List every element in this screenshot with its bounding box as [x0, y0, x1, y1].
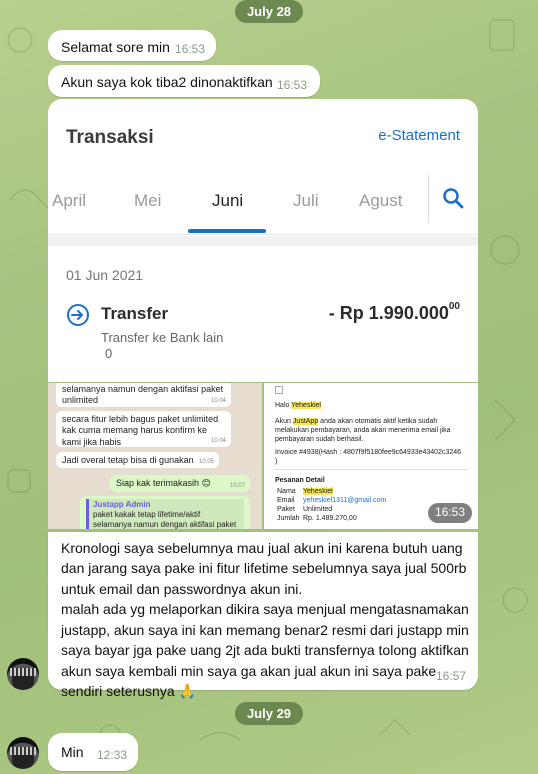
divider — [428, 175, 429, 223]
transaction-note: 0 — [105, 346, 113, 361]
avatar[interactable] — [7, 658, 39, 690]
message-time: 16:53 — [175, 42, 206, 56]
message-bubble[interactable]: Kronologi saya sebelumnya mau jual akun … — [48, 532, 478, 699]
image-chat-message: selamanya namun dengan aktifasi paket un… — [56, 383, 231, 407]
invoice-greeting: Halo Yeheskiel — [275, 402, 321, 409]
image-chat-message: secara fitur lebih bagus paket unlimited… — [56, 411, 231, 447]
message-time: 12:33 — [97, 748, 128, 762]
message-text: Akun saya kok tiba2 dinonaktifkan — [61, 74, 273, 90]
date-separator: July 28 — [234, 0, 304, 23]
message-text: Min — [61, 744, 84, 760]
message-text: Selamat sore min — [61, 39, 170, 55]
chat-screenshot-image[interactable]: selamanya namun dengan aktifasi paket un… — [48, 383, 262, 529]
image-chat-reply: Justapp Admin paket kakak tetap lifetime… — [80, 496, 250, 529]
search-icon — [443, 188, 464, 209]
transaction-date: 01 Jun 2021 — [66, 267, 144, 283]
tab-juli: Juli — [293, 191, 319, 210]
tab-april: April — [52, 191, 87, 210]
divider — [274, 469, 468, 470]
invoice-body: Akun JustApp anda akan otomatis aktif ke… — [275, 418, 451, 444]
message-bubble[interactable]: Selamat sore min 16:53 — [48, 30, 216, 61]
divider — [48, 236, 478, 246]
tab-agustus: Agust — [359, 191, 403, 210]
invoice-section-title: Pesanan Detail — [275, 477, 325, 484]
message-time: 16:57 — [435, 668, 466, 683]
broken-image-icon — [275, 386, 283, 394]
date-separator: July 29 — [234, 702, 304, 725]
message-bubble[interactable]: Min 12:33 — [48, 733, 138, 771]
estatement-link: e-Statement — [378, 127, 460, 144]
invoice-number: Invoice #4938(Hash : 4807f9f5180fee9c649… — [275, 449, 462, 466]
tab-mei: Mei — [134, 191, 162, 210]
transaction-name: Transfer — [101, 304, 169, 323]
message-bubble[interactable]: Akun saya kok tiba2 dinonaktifkan 16:53 — [48, 65, 320, 97]
transaction-description: Transfer ke Bank lain — [101, 330, 224, 345]
bank-title: Transaksi — [66, 127, 154, 148]
active-tab-indicator — [188, 229, 266, 233]
message-time: 16:53 — [277, 78, 308, 92]
image-chat-message-outgoing: Siap kak terimakasih 😊 10.07 — [110, 475, 250, 492]
image-time: 16:53 — [427, 503, 472, 523]
message-text: Kronologi saya sebelumnya mau jual akun … — [61, 540, 469, 700]
image-chat-message: Jadi overal tetap bisa di gunakan 10.05 — [56, 452, 219, 468]
invoice-screenshot-image[interactable]: Halo Yeheskiel Akun JustApp anda akan ot… — [264, 383, 478, 529]
tab-juni: Juni — [212, 191, 244, 210]
bank-screenshot-image[interactable]: Transaksi e-Statement April Mei Juni Jul… — [48, 99, 478, 382]
invoice-row: Nama Yeheskiel — [277, 488, 333, 495]
transaction-amount: - Rp 1.990.00000 — [328, 301, 460, 323]
avatar[interactable] — [7, 737, 39, 769]
month-tabs: April Mei Juni Juli Agust — [48, 175, 478, 235]
transfer-icon — [67, 304, 89, 326]
